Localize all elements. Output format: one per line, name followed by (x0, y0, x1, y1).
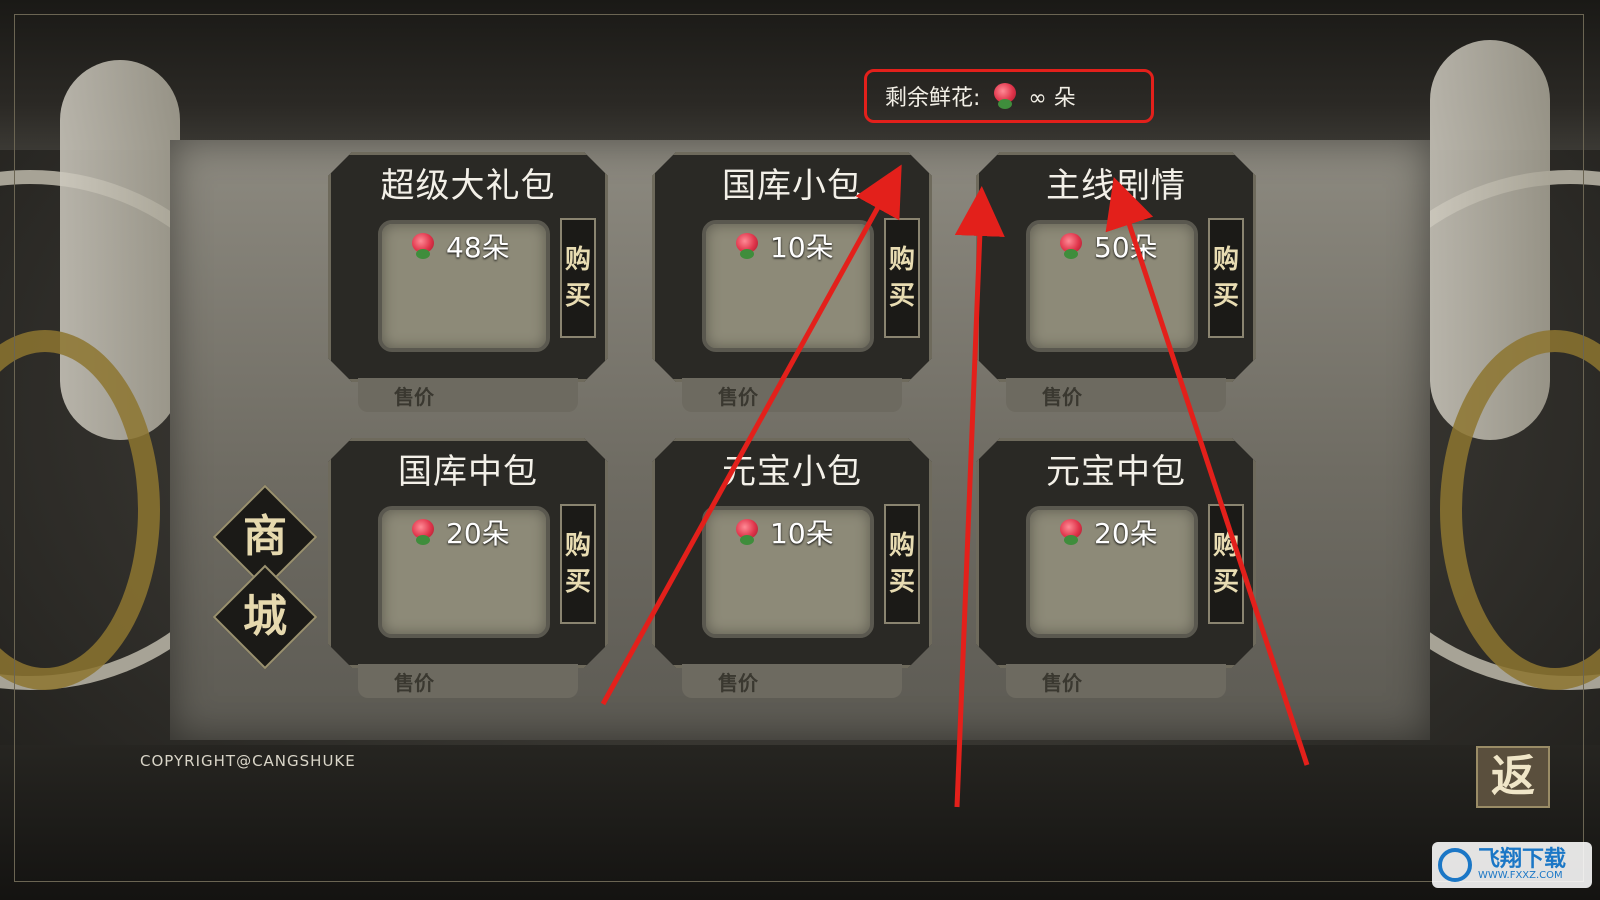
buy-button-char-bottom: 买 (888, 567, 915, 597)
sale-price-bar: 售价 (682, 664, 902, 698)
watermark-name: 飞翔下载 (1478, 847, 1567, 872)
rose-icon (990, 81, 1020, 111)
pack-card-treasury-medium: 国库中包 20朵 购 买 售价 (328, 438, 608, 708)
buy-button-char-top: 购 (564, 245, 591, 275)
buy-button[interactable]: 购 买 (884, 218, 920, 338)
pack-card-super-gift: 超级大礼包 48朵 购 买 售价 (328, 152, 608, 422)
rose-icon (1056, 231, 1086, 261)
watermark-logo-icon (1438, 848, 1472, 882)
pack-card-main-story: 主线剧情 50朵 购 买 售价 (976, 152, 1256, 422)
buy-button-char-top: 购 (1212, 245, 1239, 275)
pack-card-ingot-small: 元宝小包 10朵 购 买 售价 (652, 438, 932, 708)
sale-price-label: 售价 (1042, 671, 1082, 695)
remaining-flowers-amount: ∞ 朵 (990, 80, 1076, 112)
buy-button-char-top: 购 (564, 531, 591, 561)
sale-price-label: 售价 (718, 385, 758, 409)
shop-title-char-1: 商 (243, 511, 287, 562)
copyright-text: COPYRIGHT@CANGSHUKE (140, 752, 356, 770)
sale-price-label: 售价 (1042, 385, 1082, 409)
pack-title: 主线剧情 (1046, 166, 1186, 206)
pack-title: 国库中包 (398, 452, 538, 492)
pack-price: 20朵 (1056, 512, 1158, 552)
back-button[interactable]: 返 (1476, 746, 1550, 808)
shop-title-char-2: 城 (243, 591, 287, 642)
sale-price-bar: 售价 (682, 378, 902, 412)
buy-button-char-bottom: 买 (1212, 281, 1239, 311)
sale-price-bar: 售价 (358, 378, 578, 412)
buy-button-char-top: 购 (888, 531, 915, 561)
buy-button[interactable]: 购 买 (884, 504, 920, 624)
sale-price-bar: 售价 (1006, 378, 1226, 412)
sale-price-bar: 售价 (1006, 664, 1226, 698)
pack-price-value: 20朵 (446, 517, 510, 550)
buy-button-char-bottom: 买 (888, 281, 915, 311)
pack-title: 元宝中包 (1046, 452, 1186, 492)
sale-price-label: 售价 (394, 671, 434, 695)
buy-button[interactable]: 购 买 (560, 504, 596, 624)
pack-price: 10朵 (732, 512, 834, 552)
pack-card-ingot-medium: 元宝中包 20朵 购 买 售价 (976, 438, 1256, 708)
sale-price-label: 售价 (718, 671, 758, 695)
rose-icon (1056, 517, 1086, 547)
pack-price: 20朵 (408, 512, 510, 552)
pack-card-treasury-small: 国库小包 10朵 购 买 售价 (652, 152, 932, 422)
buy-button-char-bottom: 买 (1212, 567, 1239, 597)
rose-icon (408, 517, 438, 547)
pack-price-value: 20朵 (1094, 517, 1158, 550)
buy-button[interactable]: 购 买 (1208, 504, 1244, 624)
pack-price: 48朵 (408, 226, 510, 266)
rose-icon (732, 231, 762, 261)
buy-button-char-top: 购 (1212, 531, 1239, 561)
pack-price: 50朵 (1056, 226, 1158, 266)
pack-title: 国库小包 (722, 166, 862, 206)
buy-button-char-bottom: 买 (564, 567, 591, 597)
rose-icon (732, 517, 762, 547)
top-calligraphy-band (0, 0, 1600, 150)
remaining-flowers-value: ∞ 朵 (1028, 86, 1076, 111)
sale-price-bar: 售价 (358, 664, 578, 698)
game-shop-screen: 剩余鲜花: ∞ 朵 超级大礼包 48朵 购 买 售价 国库小包 10朵 购 买 … (0, 0, 1600, 900)
pack-price-value: 48朵 (446, 231, 510, 264)
watermark: 飞翔下载 WWW.FXXZ.COM (1432, 842, 1592, 888)
pack-price: 10朵 (732, 226, 834, 266)
remaining-flowers-label: 剩余鲜花: (885, 86, 981, 111)
buy-button[interactable]: 购 买 (1208, 218, 1244, 338)
buy-button[interactable]: 购 买 (560, 218, 596, 338)
pack-title: 超级大礼包 (380, 166, 556, 206)
rose-icon (408, 231, 438, 261)
sale-price-label: 售价 (394, 385, 434, 409)
buy-button-char-bottom: 买 (564, 281, 591, 311)
pack-price-value: 10朵 (770, 231, 834, 264)
watermark-url: WWW.FXXZ.COM (1478, 870, 1563, 881)
pack-price-value: 10朵 (770, 517, 834, 550)
buy-button-char-top: 购 (888, 245, 915, 275)
pack-price-value: 50朵 (1094, 231, 1158, 264)
pack-title: 元宝小包 (722, 452, 862, 492)
watermark-text-group: 飞翔下载 WWW.FXXZ.COM (1478, 849, 1566, 881)
remaining-flowers-counter: 剩余鲜花: ∞ 朵 (864, 69, 1154, 123)
